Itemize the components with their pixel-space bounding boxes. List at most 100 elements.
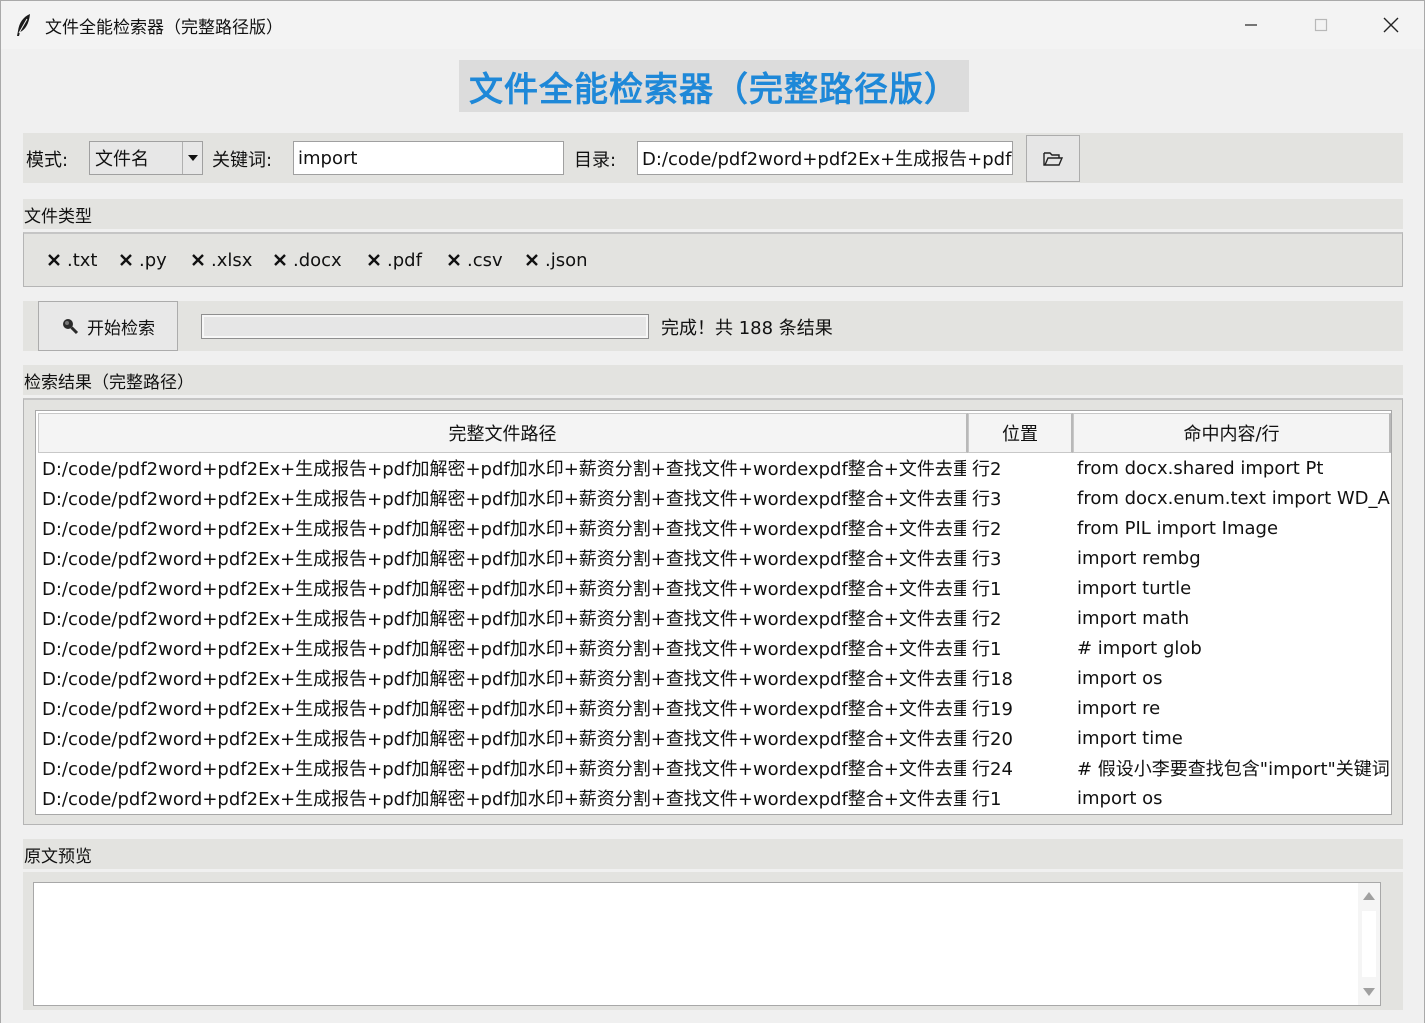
mode-select[interactable]: 文件名 <box>89 141 203 175</box>
cell-location: 行2 <box>972 609 1002 630</box>
cell-path: D:/code/pdf2word+pdf2Ex+生成报告+pdf加解密+pdf加… <box>42 519 966 540</box>
close-icon <box>1383 17 1399 33</box>
table-row[interactable]: D:/code/pdf2word+pdf2Ex+生成报告+pdf加解密+pdf加… <box>36 513 1391 543</box>
cell-path: D:/code/pdf2word+pdf2Ex+生成报告+pdf加解密+pdf加… <box>42 489 966 510</box>
keyword-label: 关键词: <box>212 150 273 171</box>
checkbox-label: .csv <box>467 249 503 271</box>
minimize-icon <box>1245 24 1257 26</box>
cell-location: 行3 <box>972 489 1002 510</box>
checkbox-xlsx[interactable]: .xlsx <box>190 248 252 272</box>
checkbox-json[interactable]: .json <box>524 248 588 272</box>
table-row[interactable]: D:/code/pdf2word+pdf2Ex+生成报告+pdf加解密+pdf加… <box>36 753 1391 783</box>
cell-path: D:/code/pdf2word+pdf2Ex+生成报告+pdf加解密+pdf加… <box>42 459 966 480</box>
table-row[interactable]: D:/code/pdf2word+pdf2Ex+生成报告+pdf加解密+pdf加… <box>36 543 1391 573</box>
cell-hit: from docx.shared import Pt <box>1077 457 1324 479</box>
checkbox-checked-icon <box>190 252 206 268</box>
checkbox-docx[interactable]: .docx <box>272 248 342 272</box>
cell-hit: import turtle <box>1077 577 1192 599</box>
cell-hit: import os <box>1077 667 1163 689</box>
checkbox-label: .pdf <box>387 249 422 271</box>
results-group: 完整文件路径 位置 命中内容/行 D:/code/pdf2word+pdf2Ex… <box>23 398 1403 825</box>
checkbox-csv[interactable]: .csv <box>446 248 503 272</box>
cell-location: 行2 <box>972 519 1002 540</box>
checkbox-pdf[interactable]: .pdf <box>366 248 422 272</box>
maximize-button[interactable] <box>1286 1 1356 49</box>
checkbox-checked-icon <box>118 252 134 268</box>
scroll-down-icon[interactable] <box>1362 985 1376 999</box>
table-row[interactable]: D:/code/pdf2word+pdf2Ex+生成报告+pdf加解密+pdf加… <box>36 573 1391 603</box>
search-options-bar: 模式: 文件名 关键词: import 目录: D:/code/pdf2word… <box>23 133 1403 183</box>
cell-location: 行20 <box>972 729 1013 750</box>
cell-hit: import math <box>1077 607 1190 629</box>
directory-input[interactable]: D:/code/pdf2word+pdf2Ex+生成报告+pdf加解密+pdf加… <box>637 141 1013 175</box>
maximize-icon <box>1314 18 1328 32</box>
status-text: 完成！共 188 条结果 <box>661 318 833 339</box>
window-title: 文件全能检索器（完整路径版） <box>45 18 283 38</box>
checkbox-checked-icon <box>272 252 288 268</box>
close-button[interactable] <box>1356 1 1425 49</box>
results-table[interactable]: 完整文件路径 位置 命中内容/行 D:/code/pdf2word+pdf2Ex… <box>35 410 1392 815</box>
start-search-label: 开始检索 <box>87 318 155 339</box>
browse-folder-button[interactable] <box>1026 135 1080 182</box>
feather-icon <box>15 13 33 37</box>
cell-location: 行3 <box>972 549 1002 570</box>
directory-label: 目录: <box>574 150 617 171</box>
results-rows: D:/code/pdf2word+pdf2Ex+生成报告+pdf加解密+pdf加… <box>36 453 1391 813</box>
minimize-button[interactable] <box>1216 1 1286 49</box>
client-area: 文件全能检索器（完整路径版） 模式: 文件名 关键词: import 目录: D… <box>1 49 1424 1023</box>
table-row[interactable]: D:/code/pdf2word+pdf2Ex+生成报告+pdf加解密+pdf加… <box>36 483 1391 513</box>
cell-location: 行1 <box>972 789 1002 810</box>
scroll-up-icon[interactable] <box>1362 889 1376 903</box>
cell-location: 行24 <box>972 759 1013 780</box>
table-row[interactable]: D:/code/pdf2word+pdf2Ex+生成报告+pdf加解密+pdf加… <box>36 453 1391 483</box>
preview-label: 原文预览 <box>23 839 1403 869</box>
cell-location: 行2 <box>972 459 1002 480</box>
checkbox-py[interactable]: .py <box>118 248 167 272</box>
table-row[interactable]: D:/code/pdf2word+pdf2Ex+生成报告+pdf加解密+pdf加… <box>36 603 1391 633</box>
cell-hit: from PIL import Image <box>1077 517 1279 539</box>
column-header-location[interactable]: 位置 <box>968 413 1073 453</box>
cell-path: D:/code/pdf2word+pdf2Ex+生成报告+pdf加解密+pdf加… <box>42 609 966 630</box>
cell-path: D:/code/pdf2word+pdf2Ex+生成报告+pdf加解密+pdf加… <box>42 579 966 600</box>
cell-path: D:/code/pdf2word+pdf2Ex+生成报告+pdf加解密+pdf加… <box>42 549 966 570</box>
preview-scrollbar[interactable] <box>1358 883 1380 1005</box>
table-row[interactable]: D:/code/pdf2word+pdf2Ex+生成报告+pdf加解密+pdf加… <box>36 633 1391 663</box>
table-row[interactable]: D:/code/pdf2word+pdf2Ex+生成报告+pdf加解密+pdf加… <box>36 693 1391 723</box>
page-title: 文件全能检索器（完整路径版） <box>459 60 969 112</box>
preview-group <box>23 872 1403 1010</box>
cell-location: 行19 <box>972 699 1013 720</box>
cell-hit: # 假设小李要查找包含"import"关键词 <box>1077 759 1390 780</box>
checkbox-label: .txt <box>67 249 98 271</box>
column-header-hit[interactable]: 命中内容/行 <box>1073 413 1391 453</box>
cell-hit: import os <box>1077 787 1163 809</box>
cell-location: 行1 <box>972 639 1002 660</box>
cell-hit: from docx.enum.text import WD_AL <box>1077 487 1391 509</box>
mode-select-value: 文件名 <box>95 149 149 170</box>
scrollbar-track[interactable] <box>1362 911 1376 977</box>
mode-label: 模式: <box>26 150 69 171</box>
folder-open-icon <box>1043 151 1064 166</box>
file-types-label: 文件类型 <box>23 199 1403 229</box>
checkbox-txt[interactable]: .txt <box>46 248 98 272</box>
cell-path: D:/code/pdf2word+pdf2Ex+生成报告+pdf加解密+pdf加… <box>42 639 966 660</box>
cell-path: D:/code/pdf2word+pdf2Ex+生成报告+pdf加解密+pdf加… <box>42 699 966 720</box>
cell-path: D:/code/pdf2word+pdf2Ex+生成报告+pdf加解密+pdf加… <box>42 729 966 750</box>
cell-path: D:/code/pdf2word+pdf2Ex+生成报告+pdf加解密+pdf加… <box>42 759 966 780</box>
cell-path: D:/code/pdf2word+pdf2Ex+生成报告+pdf加解密+pdf加… <box>42 789 966 810</box>
table-row[interactable]: D:/code/pdf2word+pdf2Ex+生成报告+pdf加解密+pdf加… <box>36 723 1391 753</box>
cell-hit: import rembg <box>1077 547 1201 569</box>
checkbox-checked-icon <box>446 252 462 268</box>
cell-hit: import re <box>1077 697 1161 719</box>
chevron-down-icon[interactable] <box>182 142 202 174</box>
table-row[interactable]: D:/code/pdf2word+pdf2Ex+生成报告+pdf加解密+pdf加… <box>36 783 1391 813</box>
checkbox-checked-icon <box>366 252 382 268</box>
keyword-input[interactable]: import <box>293 141 564 175</box>
search-progress-bar <box>201 314 649 339</box>
checkbox-label: .docx <box>293 249 342 271</box>
column-header-path[interactable]: 完整文件路径 <box>38 413 968 453</box>
title-bar: 文件全能检索器（完整路径版） <box>1 1 1424 49</box>
table-row[interactable]: D:/code/pdf2word+pdf2Ex+生成报告+pdf加解密+pdf加… <box>36 663 1391 693</box>
preview-text-area[interactable] <box>33 882 1381 1006</box>
checkbox-label: .json <box>545 249 588 271</box>
start-search-button[interactable]: 开始检索 <box>38 301 178 351</box>
